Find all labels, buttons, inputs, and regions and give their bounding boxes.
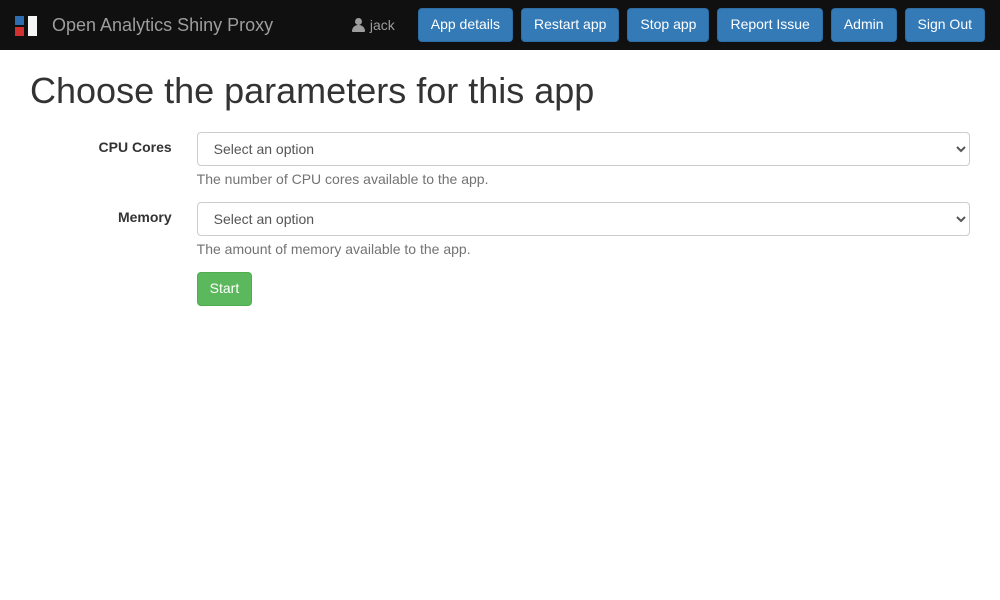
memory-control: Select an option The amount of memory av… (187, 202, 970, 257)
main-container: Choose the parameters for this app CPU C… (15, 70, 985, 306)
page-title: Choose the parameters for this app (30, 70, 970, 112)
stop-app-button[interactable]: Stop app (627, 8, 709, 42)
brand-link[interactable]: Open Analytics Shiny Proxy (52, 15, 273, 36)
sign-out-button[interactable]: Sign Out (905, 8, 985, 42)
user-block: jack (352, 17, 395, 33)
navbar-left: Open Analytics Shiny Proxy (15, 14, 273, 36)
cpu-cores-select[interactable]: Select an option (197, 132, 970, 166)
navbar-right: jack App details Restart app Stop app Re… (352, 8, 985, 42)
app-details-button[interactable]: App details (418, 8, 513, 42)
cpu-cores-group: CPU Cores Select an option The number of… (30, 132, 970, 187)
admin-button[interactable]: Admin (831, 8, 897, 42)
cpu-cores-label: CPU Cores (30, 132, 187, 187)
report-issue-button[interactable]: Report Issue (717, 8, 822, 42)
memory-select[interactable]: Select an option (197, 202, 970, 236)
user-icon (352, 18, 366, 32)
memory-group: Memory Select an option The amount of me… (30, 202, 970, 257)
memory-help: The amount of memory available to the ap… (197, 241, 970, 257)
cpu-cores-control: Select an option The number of CPU cores… (187, 132, 970, 187)
start-button[interactable]: Start (197, 272, 253, 306)
username: jack (370, 17, 395, 33)
cpu-cores-help: The number of CPU cores available to the… (197, 171, 970, 187)
restart-app-button[interactable]: Restart app (521, 8, 619, 42)
navbar: Open Analytics Shiny Proxy jack App deta… (0, 0, 1000, 50)
memory-label: Memory (30, 202, 187, 257)
parameters-form: CPU Cores Select an option The number of… (30, 132, 970, 306)
submit-group: Start (30, 272, 970, 306)
brand-logo-icon (15, 14, 37, 36)
submit-col: Start (187, 272, 253, 306)
